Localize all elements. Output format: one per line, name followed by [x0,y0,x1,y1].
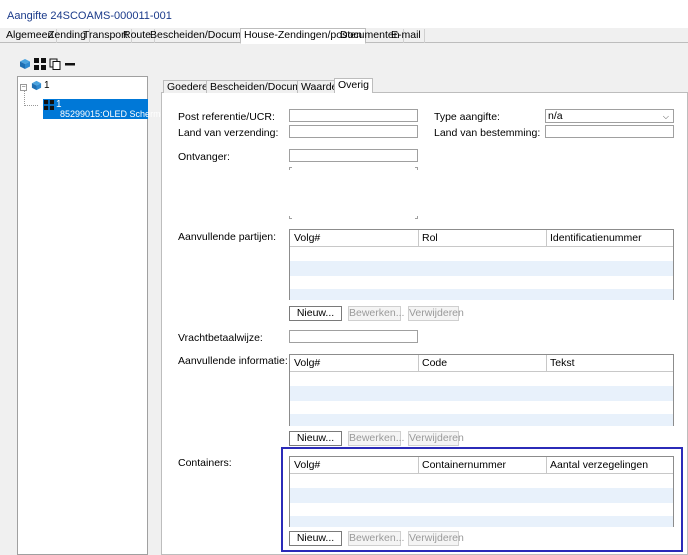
aanvullende-informatie-label: Aanvullende informatie: [178,355,288,367]
land-verzending-label: Land van verzending: [178,127,279,139]
aanvullende-partijen-label: Aanvullende partijen: [178,231,277,243]
post-referentie-label: Post referentie/UCR: [178,111,275,123]
grid-header: Volg# Code Tekst [290,355,673,372]
tab-overig[interactable]: Overig [334,78,373,93]
table-row[interactable] [290,261,673,276]
column-header[interactable]: Rol [422,232,438,244]
ontvanger-label: Ontvanger: [178,151,230,163]
ontvanger-address-area[interactable] [289,167,418,219]
ontvanger-field[interactable] [289,149,418,162]
table-row[interactable] [290,386,673,401]
edit-button[interactable]: Bewerken... [348,431,404,446]
edit-button[interactable]: Bewerken... [348,306,404,321]
tree-root-label[interactable]: 1 [44,80,50,91]
title-bar: Aangifte 24SCOAMS-000011-001 [0,0,688,28]
new-button[interactable]: Nieuw... [289,306,342,321]
land-bestemming-field[interactable] [545,125,674,138]
type-aangifte-select[interactable]: n/a ⌵ [545,109,674,123]
type-aangifte-value: n/a [548,110,563,122]
vrachtbetaalwijze-field[interactable] [289,330,418,343]
tree-connector [24,91,38,106]
column-header[interactable]: Volg# [294,232,320,244]
land-verzending-field[interactable] [289,125,418,138]
grid-header: Volg# Rol Identificatienummer [290,230,673,247]
informatie-grid[interactable]: Volg# Code Tekst [289,354,674,426]
tree-item-description: 85299015:OLED Schermen [60,109,171,119]
type-aangifte-label: Type aangifte: [434,111,500,123]
table-row[interactable] [290,414,673,426]
post-referentie-field[interactable] [289,109,418,122]
tree-expander[interactable]: − [20,84,27,91]
grid-icon [44,100,56,112]
column-header[interactable]: Volg# [294,357,320,369]
delete-button[interactable]: Verwijderen [408,431,464,446]
cube-icon[interactable] [19,58,31,70]
containers-label: Containers: [178,457,232,469]
tree-view[interactable]: − 1 1 85299015:OLED Schermen [17,76,171,555]
column-header[interactable]: Identificatienummer [550,232,642,244]
new-button[interactable]: Nieuw... [289,431,342,446]
table-row[interactable] [290,289,673,300]
minus-icon[interactable] [64,58,76,70]
tree-item-selected[interactable]: 1 85299015:OLED Schermen [43,99,171,119]
land-bestemming-label: Land van bestemming: [434,127,541,139]
chevron-down-icon: ⌵ [662,112,669,121]
containers-highlight-box [281,447,683,552]
tab-email[interactable]: E-mail [388,29,425,43]
main-tab-bar: Algemeen Zending Transport Route Beschei… [0,28,688,44]
vrachtbetaalwijze-label: Vrachtbetaalwijze: [178,332,263,344]
grid-icon[interactable] [34,58,46,70]
column-header[interactable]: Tekst [550,357,575,369]
delete-button[interactable]: Verwijderen [408,306,464,321]
column-header[interactable]: Code [422,357,447,369]
copy-icon[interactable] [49,58,61,70]
window-title: Aangifte 24SCOAMS-000011-001 [7,10,172,22]
partijen-grid[interactable]: Volg# Rol Identificatienummer [289,229,674,300]
